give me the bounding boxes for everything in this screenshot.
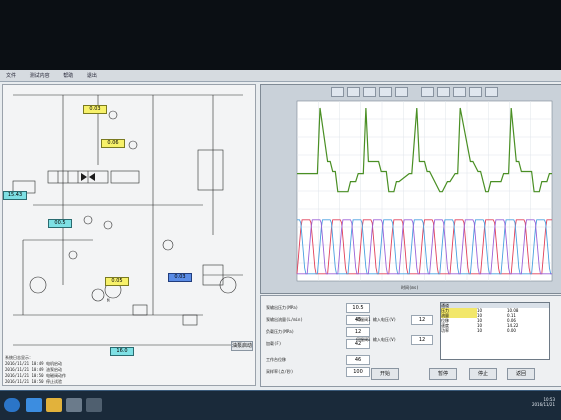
app-window: 文件 测试内容 帮助 退出 0.03 0.06 15.43 00.5 0.05 … xyxy=(0,70,561,390)
param-row: 伺服阀1 输入电压(V) 12 xyxy=(356,310,436,330)
tab-pressure[interactable] xyxy=(331,87,344,97)
x-axis-label: 时间(ms) xyxy=(401,285,419,290)
param-label: 加载(F) xyxy=(266,341,282,346)
app-icon[interactable] xyxy=(66,398,82,412)
program-icon[interactable] xyxy=(86,398,102,412)
param-label: 工作台位移 xyxy=(266,357,286,362)
pause-button[interactable]: 暂停 xyxy=(429,368,457,380)
menu-test[interactable]: 测试内容 xyxy=(30,72,50,79)
param-label: 伺服阀1 输入电压(V) xyxy=(356,317,397,322)
log-panel: 系统日志显示： 2016/11/21 10:49 电机启动 2016/11/21… xyxy=(5,355,115,384)
cell: 0.00 xyxy=(507,328,516,333)
tab-speed[interactable] xyxy=(379,87,392,97)
menu-help[interactable]: 帮助 xyxy=(63,72,73,79)
channel-table: 通道 压力 10 10.08 流量 10 0.11 位移 10 0.06 速度 … xyxy=(440,302,550,360)
log-line: 2016/11/21 10:50 停止试验 xyxy=(5,379,62,384)
bottom-gauge-1: 0.05 xyxy=(105,277,129,286)
tab-power[interactable] xyxy=(395,87,408,97)
start-menu-icon[interactable] xyxy=(4,398,20,412)
zoom-in-button[interactable] xyxy=(421,87,434,97)
chart-toolbar xyxy=(331,87,561,97)
clock-date: 2016/11/21 xyxy=(531,402,555,407)
motor-label: M xyxy=(107,298,110,303)
bottom-gauge-2: 0.03 xyxy=(168,273,192,282)
table-row[interactable]: 功率 10 0.00 xyxy=(441,328,549,333)
stop-button[interactable]: 停止 xyxy=(469,368,497,380)
gauge-mid-value: 0.06 xyxy=(101,139,125,148)
taskbar: 10:53 2016/11/21 xyxy=(0,390,561,420)
left-flow-value: 00.5 xyxy=(48,219,72,228)
tab-displacement[interactable] xyxy=(363,87,376,97)
clock[interactable]: 10:53 2016/11/21 xyxy=(525,397,555,407)
hydraulic-schematic: 0.03 0.06 15.43 00.5 0.05 0.03 16.0 M 油泵… xyxy=(2,84,256,386)
menu-exit[interactable]: 退出 xyxy=(87,72,97,79)
param-field[interactable]: 100 xyxy=(346,367,370,377)
ie-icon[interactable] xyxy=(26,398,42,412)
param-label: 伺服阀2 输入电压(V) xyxy=(356,337,397,342)
pump-start-button[interactable]: 油泵启动 xyxy=(231,341,253,351)
param-row: 工作台位移 46 xyxy=(266,354,401,366)
folder-icon[interactable] xyxy=(46,398,62,412)
schematic-drawing xyxy=(12,94,243,346)
cursor-button[interactable] xyxy=(469,87,482,97)
chart-plot xyxy=(296,100,553,282)
chart-panel: 时间(ms) xyxy=(260,84,561,294)
cell: 功率 xyxy=(441,328,449,333)
param-field[interactable]: 12 xyxy=(411,315,433,325)
menu-bar: 文件 测试内容 帮助 退出 xyxy=(0,70,561,82)
param-row: 伺服阀2 输入电压(V) 12 xyxy=(356,330,436,350)
pan-button[interactable] xyxy=(453,87,466,97)
param-label: 采样率(点/秒) xyxy=(266,369,294,374)
param-field[interactable]: 46 xyxy=(346,355,370,365)
reset-button[interactable] xyxy=(485,87,498,97)
gauge-top-value: 0.03 xyxy=(83,105,107,114)
zoom-out-button[interactable] xyxy=(437,87,450,97)
start-button[interactable]: 开始 xyxy=(371,368,399,380)
back-button[interactable]: 返回 xyxy=(507,368,535,380)
left-pressure-value: 15.43 xyxy=(3,191,27,200)
param-label: 泵输出压力(MPa) xyxy=(266,305,299,310)
param-label: 泵输出流量(L/min) xyxy=(266,317,303,322)
param-field[interactable]: 12 xyxy=(411,335,433,345)
menu-file[interactable]: 文件 xyxy=(6,72,16,79)
tab-flow[interactable] xyxy=(347,87,360,97)
param-label: 负载压力(MPa) xyxy=(266,329,295,334)
servo-params: 伺服阀1 输入电压(V) 12 伺服阀2 输入电压(V) 12 xyxy=(356,310,436,350)
cell: 10 xyxy=(477,328,483,333)
